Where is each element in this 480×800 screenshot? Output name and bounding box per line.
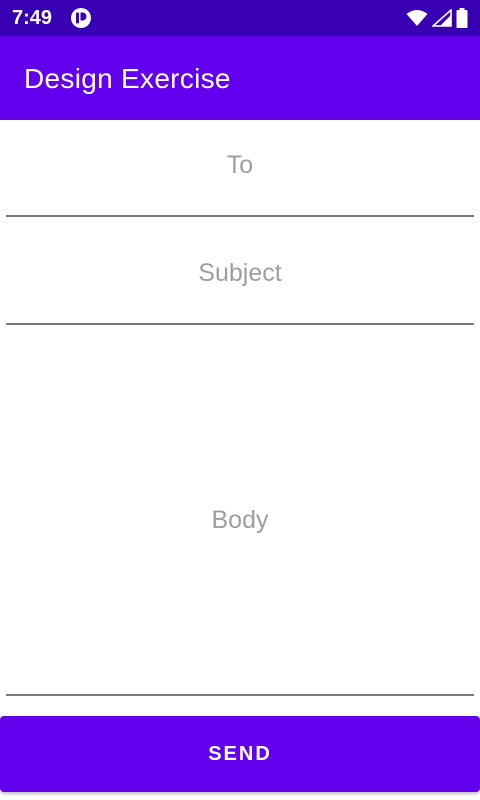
subject-input[interactable]	[6, 240, 474, 323]
app-bar: Design Exercise	[0, 36, 480, 120]
status-time: 7:49	[12, 7, 53, 29]
status-bar: 7:49	[0, 0, 480, 36]
body-input[interactable]	[6, 340, 474, 694]
notification-app-icon	[71, 8, 91, 28]
wifi-icon	[406, 9, 428, 27]
cell-signal-icon	[432, 9, 452, 27]
battery-icon	[456, 8, 468, 28]
subject-field	[6, 240, 474, 325]
to-input[interactable]	[6, 132, 474, 215]
app-title: Design Exercise	[24, 63, 231, 94]
send-button[interactable]: SEND	[0, 716, 480, 792]
status-icons	[406, 7, 468, 29]
body-field	[6, 340, 474, 696]
to-field	[6, 132, 474, 217]
